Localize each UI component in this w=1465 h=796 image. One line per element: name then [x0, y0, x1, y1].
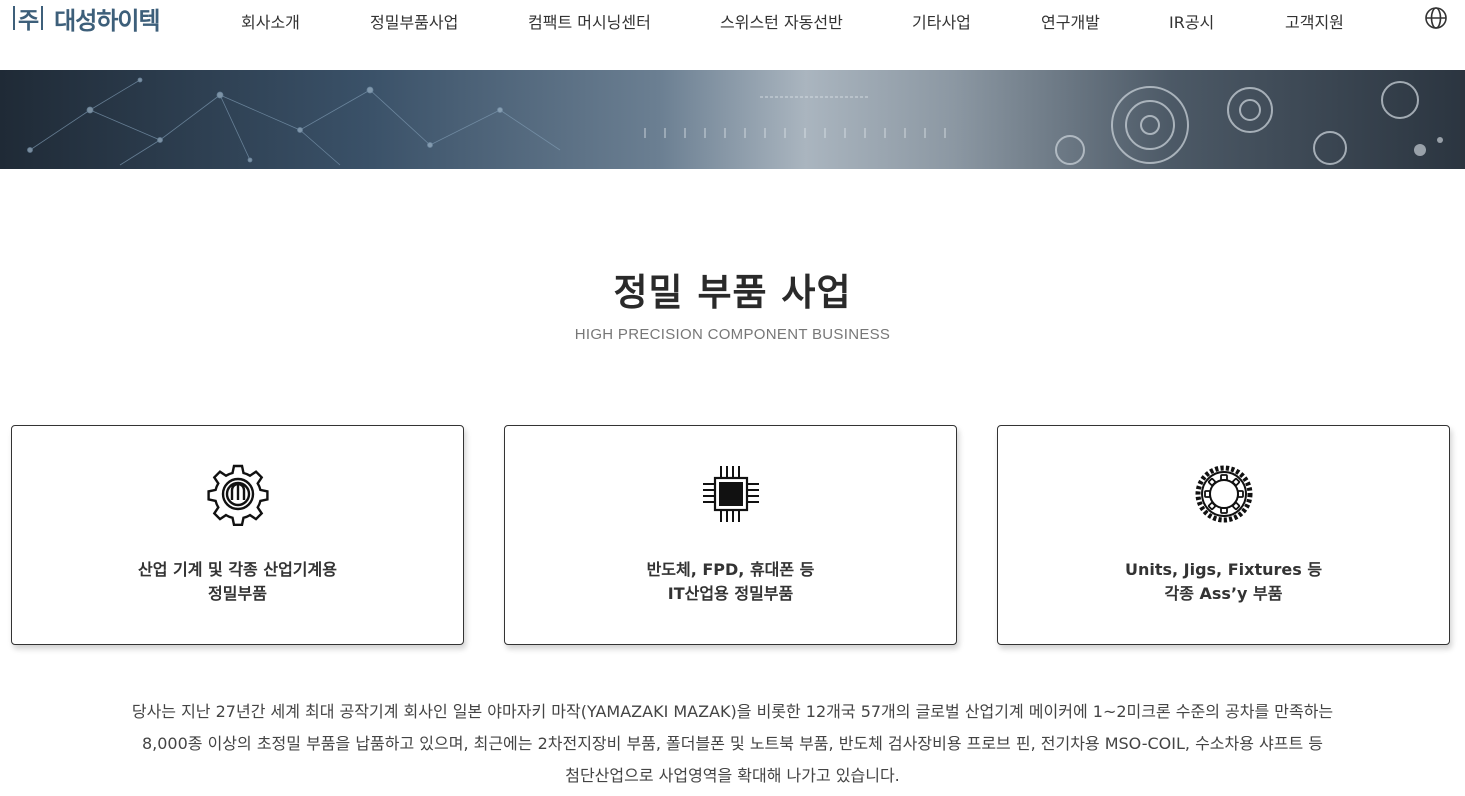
sprocket-icon — [1195, 465, 1253, 523]
card-text: 반도체, FPD, 휴대폰 등 IT산업용 정밀부품 — [505, 558, 956, 606]
card-line1: 산업 기계 및 각종 산업기계용 — [138, 560, 337, 579]
site-header: 주 대성하이텍 회사소개 정밀부품사업 컴팩트 머시닝센터 스위스턴 자동선반 … — [0, 0, 1465, 70]
brand-logo[interactable]: 주 대성하이텍 — [10, 2, 161, 35]
card-assembly-parts: Units, Jigs, Fixtures 등 각종 Ass’y 부품 — [997, 425, 1450, 645]
nav-item-company[interactable]: 회사소개 — [241, 9, 300, 33]
nav-item-other-business[interactable]: 기타사업 — [912, 9, 971, 33]
banner-art — [27, 77, 1443, 166]
card-line1: Units, Jigs, Fixtures 등 — [1124, 560, 1323, 579]
logo-bar-right — [41, 6, 44, 30]
description-line1: 당사는 지난 27년간 세계 최대 공작기계 회사인 일본 야마자키 마작(YA… — [131, 702, 1334, 721]
nav-item-rnd[interactable]: 연구개발 — [1041, 9, 1100, 33]
nav-item-support[interactable]: 고객지원 — [1285, 9, 1344, 33]
card-it-industry: 반도체, FPD, 휴대폰 등 IT산업용 정밀부품 — [504, 425, 957, 645]
card-industrial-machinery: 산업 기계 및 각종 산업기계용 정밀부품 — [11, 425, 464, 645]
description-line2: 8,000종 이상의 초정밀 부품을 납품하고 있으며, 최근에는 2차전지장비… — [141, 734, 1324, 753]
globe-icon[interactable] — [1424, 6, 1448, 30]
card-text: 산업 기계 및 각종 산업기계용 정밀부품 — [12, 558, 463, 606]
nav-item-compact-machining[interactable]: 컴팩트 머시닝센터 — [528, 9, 651, 33]
description-line3: 첨단산업으로 사업영역을 확대해 나가고 있습니다. — [565, 766, 900, 785]
gear-icon — [207, 464, 269, 526]
nav-item-precision-parts[interactable]: 정밀부품사업 — [370, 9, 458, 33]
business-description: 당사는 지난 27년간 세계 최대 공작기계 회사인 일본 야마자키 마작(YA… — [60, 696, 1405, 792]
logo-bar-left — [13, 6, 15, 30]
hero-banner — [0, 70, 1465, 169]
nav-item-ir[interactable]: IR공시 — [1169, 9, 1214, 33]
chip-icon — [703, 466, 759, 522]
page-title: 정밀 부품 사업 — [613, 271, 852, 314]
card-line2: IT산업용 정밀부품 — [667, 584, 794, 603]
nav-item-swiss-turn[interactable]: 스위스턴 자동선반 — [720, 9, 843, 33]
logo-name: 대성하이텍 — [54, 6, 160, 35]
card-line1: 반도체, FPD, 휴대폰 등 — [646, 560, 815, 579]
card-text: Units, Jigs, Fixtures 등 각종 Ass’y 부품 — [998, 558, 1449, 606]
page-subtitle: HIGH PRECISION COMPONENT BUSINESS — [574, 326, 891, 343]
card-line2: 정밀부품 — [208, 584, 267, 603]
card-line2: 각종 Ass’y 부품 — [1164, 584, 1283, 603]
logo-ju: 주 — [18, 8, 39, 34]
